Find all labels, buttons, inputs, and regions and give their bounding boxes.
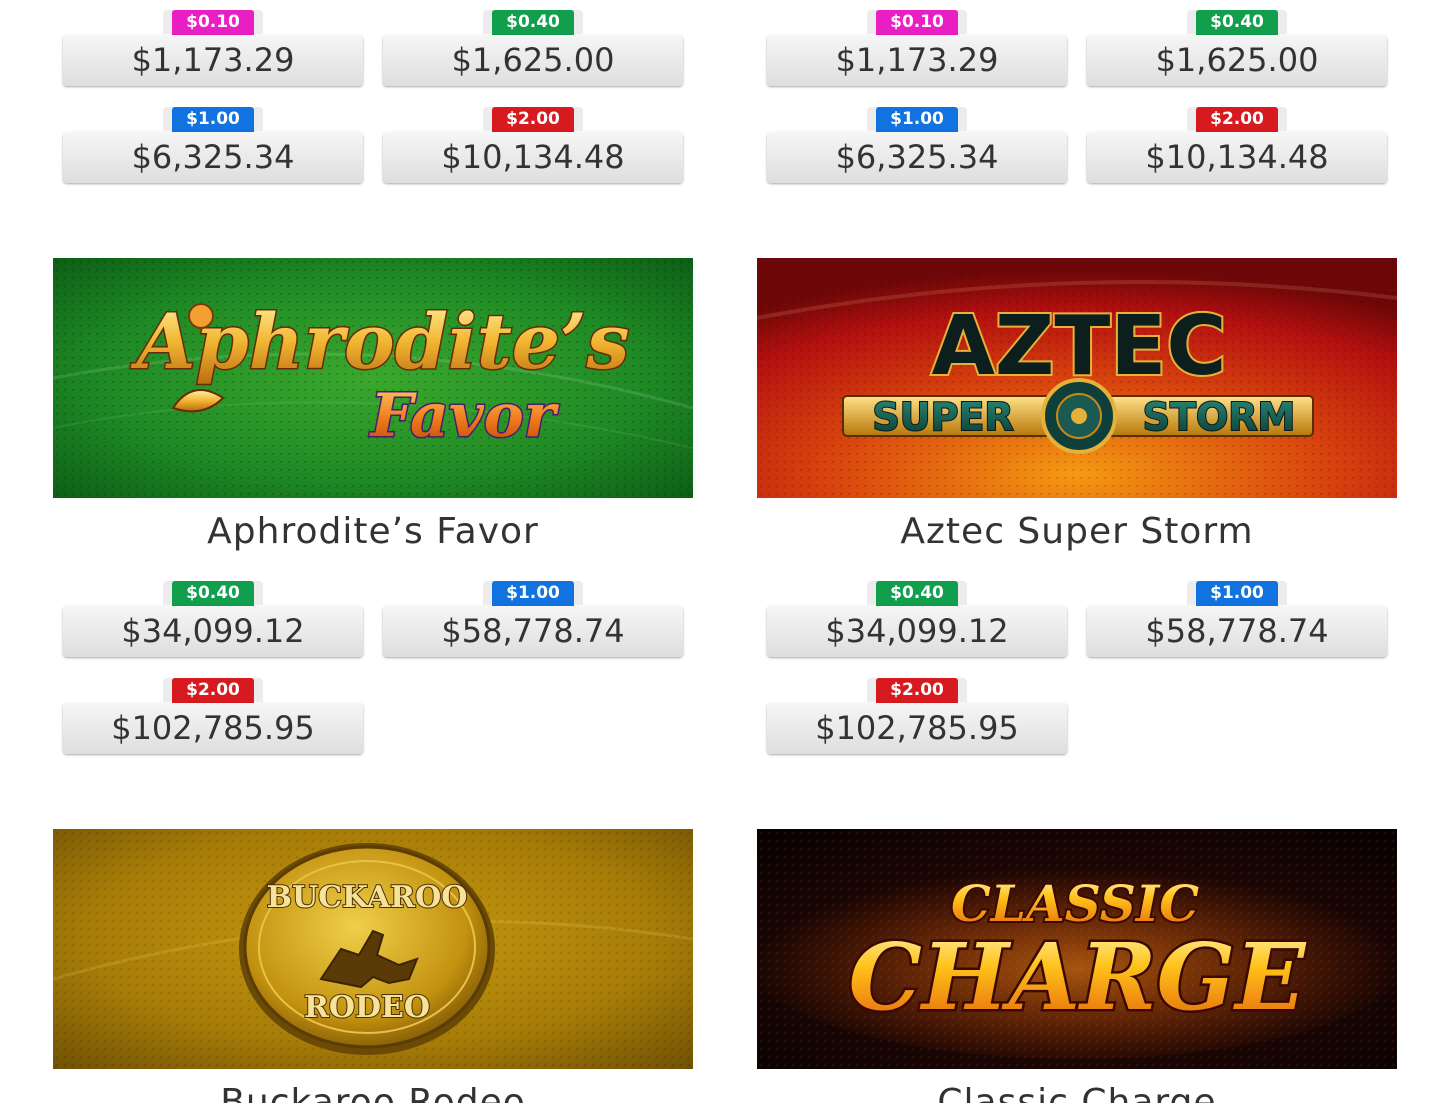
denom-badge: $0.10: [876, 10, 958, 35]
jackpot-amount: $1,173.29: [767, 35, 1067, 86]
jackpot-item[interactable]: $1.00 $58,778.74: [383, 581, 683, 657]
jackpot-amount: $102,785.95: [63, 703, 363, 754]
denom-badge: $1.00: [1196, 581, 1278, 606]
classic-charge-logo: CLASSIC CHARGE: [757, 829, 1397, 1069]
jackpot-item[interactable]: $1.00 $6,325.34: [767, 107, 1067, 183]
jackpot-item[interactable]: $0.10 $1,173.29: [63, 10, 363, 86]
game-title[interactable]: Aphrodite’s Favor: [53, 511, 693, 552]
jackpot-item[interactable]: $2.00 $10,134.48: [1087, 107, 1387, 183]
logo-line-2b: STORM: [1143, 395, 1296, 439]
game-banner-buckaroo-rodeo[interactable]: BUCKAROO RODEO: [53, 829, 693, 1069]
denom-badge: $0.40: [876, 581, 958, 606]
jackpot-item[interactable]: $0.10 $1,173.29: [767, 10, 1067, 86]
aphrodites-favor-logo: Aphrodite’s Favor: [53, 258, 693, 498]
denom-badge: $2.00: [172, 678, 254, 703]
jackpot-amount: $58,778.74: [1087, 606, 1387, 657]
game-title[interactable]: Buckaroo Rodeo: [53, 1082, 693, 1103]
denom-badge: $1.00: [876, 107, 958, 132]
jackpot-item[interactable]: $0.40 $34,099.12: [63, 581, 363, 657]
game-banner-classic-charge[interactable]: CLASSIC CHARGE: [757, 829, 1397, 1069]
logo-line-2a: SUPER: [872, 395, 1013, 439]
jackpot-item[interactable]: $0.40 $1,625.00: [1087, 10, 1387, 86]
left-column: $0.10 $1,173.29 $0.40 $1,625.00 $1.00 $6…: [53, 0, 693, 1103]
jackpot-amount: $1,625.00: [383, 35, 683, 86]
logo-line-2: CHARGE: [849, 923, 1308, 1031]
buckaroo-rodeo-logo: BUCKAROO RODEO: [53, 829, 693, 1069]
jackpot-item[interactable]: $2.00 $10,134.48: [383, 107, 683, 183]
denom-badge: $0.40: [492, 10, 574, 35]
jackpot-item[interactable]: $2.00 $102,785.95: [767, 678, 1067, 754]
jackpot-item[interactable]: $2.00 $102,785.95: [63, 678, 363, 754]
jackpot-amount: $1,173.29: [63, 35, 363, 86]
jackpot-amount: $10,134.48: [1087, 132, 1387, 183]
denom-badge: $0.40: [172, 581, 254, 606]
game-title[interactable]: Aztec Super Storm: [757, 511, 1397, 552]
logo-line-1: BUCKAROO: [267, 880, 468, 915]
jackpot-amount: $34,099.12: [63, 606, 363, 657]
game-banner-aztec-super-storm[interactable]: AZTEC SUPER STORM: [757, 258, 1397, 498]
denom-badge: $2.00: [492, 107, 574, 132]
jackpot-grid: $0.40 $34,099.12 $1.00 $58,778.74 $2.00 …: [767, 581, 1387, 761]
denom-badge: $2.00: [876, 678, 958, 703]
jackpot-item[interactable]: $1.00 $6,325.34: [63, 107, 363, 183]
denom-badge: $2.00: [1196, 107, 1278, 132]
right-column: $0.10 $1,173.29 $0.40 $1,625.00 $1.00 $6…: [757, 0, 1397, 1103]
jackpot-grid: $0.10 $1,173.29 $0.40 $1,625.00 $1.00 $6…: [767, 10, 1387, 200]
aztec-super-storm-logo: AZTEC SUPER STORM: [757, 258, 1397, 498]
jackpot-amount: $102,785.95: [767, 703, 1067, 754]
game-title[interactable]: Classic Charge: [757, 1082, 1397, 1103]
jackpot-grid: $0.40 $34,099.12 $1.00 $58,778.74 $2.00 …: [63, 581, 683, 761]
jackpot-item[interactable]: $1.00 $58,778.74: [1087, 581, 1387, 657]
jackpot-amount: $34,099.12: [767, 606, 1067, 657]
jackpot-page: $0.10 $1,173.29 $0.40 $1,625.00 $1.00 $6…: [0, 0, 1430, 1103]
game-banner-aphrodites-favor[interactable]: Aphrodite’s Favor: [53, 258, 693, 498]
jackpot-amount: $10,134.48: [383, 132, 683, 183]
denom-badge: $0.10: [172, 10, 254, 35]
denom-badge: $1.00: [172, 107, 254, 132]
logo-line-2: Favor: [369, 381, 560, 451]
jackpot-amount: $58,778.74: [383, 606, 683, 657]
jackpot-item[interactable]: $0.40 $34,099.12: [767, 581, 1067, 657]
jackpot-item[interactable]: $0.40 $1,625.00: [383, 10, 683, 86]
logo-line-2: RODEO: [304, 990, 430, 1025]
denom-badge: $0.40: [1196, 10, 1278, 35]
denom-badge: $1.00: [492, 581, 574, 606]
jackpot-amount: $6,325.34: [767, 132, 1067, 183]
jackpot-amount: $6,325.34: [63, 132, 363, 183]
jackpot-amount: $1,625.00: [1087, 35, 1387, 86]
jackpot-grid: $0.10 $1,173.29 $0.40 $1,625.00 $1.00 $6…: [63, 10, 683, 200]
